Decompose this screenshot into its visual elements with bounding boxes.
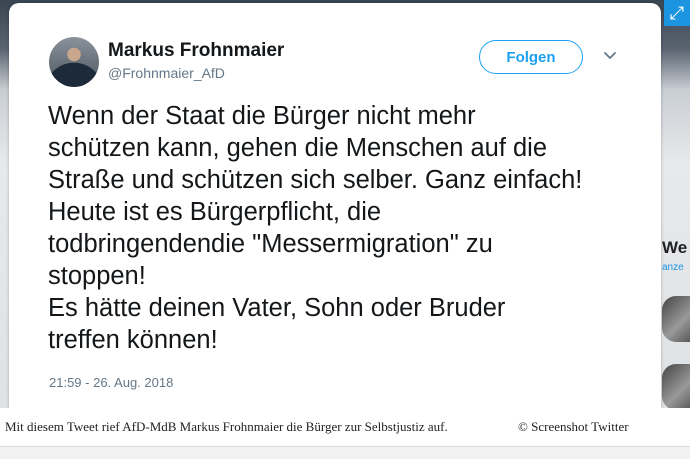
caption-credit: © Screenshot Twitter [518,419,629,434]
expand-icon[interactable]: ⤢ [664,0,690,26]
author-handle[interactable]: @Frohnmaier_AfD [108,65,225,81]
tweet-line: treffen können! [48,326,218,354]
image-caption: Mit diesem Tweet rief AfD-MdB Markus Fro… [0,408,690,447]
tweet-line: Es hätte deinen Vater, Sohn oder Bruder [48,294,506,322]
tweet-line: schützen kann, gehen die Menschen auf di… [48,134,548,162]
tweet-line: todbringendendie "Messermigration" zu [48,230,493,258]
sidebar-partial: We anze [662,232,690,408]
tweet-line: Heute ist es Bürgerpflicht, die [48,198,382,226]
tweet-line: Wenn der Staat die Bürger nicht mehr [48,102,476,130]
tweet-card: Markus Frohnmaier @Frohnmaier_AfD Folgen… [9,3,661,408]
chevron-down-icon[interactable] [603,49,617,63]
sidebar-thumbnail[interactable] [662,296,690,342]
tweet-line: Straße und schützen sich selber. Ganz ei… [48,166,583,194]
follow-button[interactable]: Folgen [479,40,583,74]
caption-text: Mit diesem Tweet rief AfD-MdB Markus Fro… [5,419,448,434]
sidebar-subtitle[interactable]: anze [662,262,684,273]
sidebar-title: We [662,238,688,257]
tweet-text: Wenn der Staat die Bürger nicht mehr sch… [48,100,648,356]
sidebar-thumbnail[interactable] [662,364,690,408]
tweet-timestamp[interactable]: 21:59 - 26. Aug. 2018 [49,375,173,390]
tweet-line: stoppen! [48,262,146,290]
avatar[interactable] [49,37,99,87]
author-name[interactable]: Markus Frohnmaier [108,40,284,62]
